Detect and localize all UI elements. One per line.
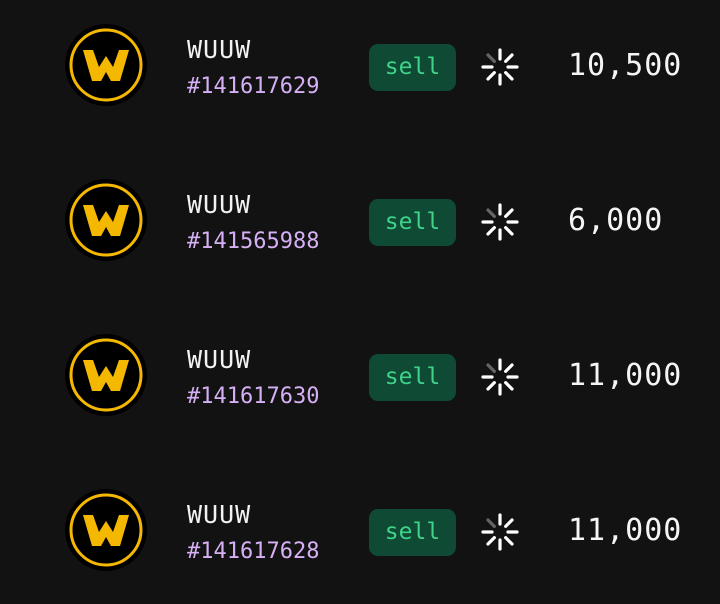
order-id[interactable]: #141565988 xyxy=(187,228,319,256)
order-row[interactable]: WUUW #141617628 sell 11,000 xyxy=(0,465,720,575)
wuuw-token-logo-icon xyxy=(64,333,148,417)
sell-badge: sell xyxy=(369,509,456,556)
wuuw-token-logo-icon xyxy=(64,23,148,107)
sell-badge: sell xyxy=(369,199,456,246)
loading-spinner-icon xyxy=(480,47,520,87)
order-id[interactable]: #141617629 xyxy=(187,73,319,101)
order-row[interactable]: WUUW #141617630 sell 11,000 xyxy=(0,310,720,420)
order-row[interactable]: WUUW #141617629 sell 10,500 xyxy=(0,0,720,110)
order-amount: 11,000 xyxy=(568,513,683,548)
sell-badge: sell xyxy=(369,354,456,401)
order-amount: 11,000 xyxy=(568,358,683,393)
order-row[interactable]: WUUW #141565988 sell 6,000 xyxy=(0,155,720,265)
token-name: WUUW xyxy=(187,35,252,64)
order-list: WUUW #141617629 sell 10,500 WUUW #141565… xyxy=(0,0,720,604)
loading-spinner-icon xyxy=(480,512,520,552)
order-amount: 6,000 xyxy=(568,203,664,238)
order-id[interactable]: #141617628 xyxy=(187,538,319,566)
order-id[interactable]: #141617630 xyxy=(187,383,319,411)
wuuw-token-logo-icon xyxy=(64,488,148,572)
token-name: WUUW xyxy=(187,345,252,374)
wuuw-token-logo-icon xyxy=(64,178,148,262)
token-name: WUUW xyxy=(187,500,252,529)
sell-badge: sell xyxy=(369,44,456,91)
token-name: WUUW xyxy=(187,190,252,219)
order-amount: 10,500 xyxy=(568,48,683,83)
loading-spinner-icon xyxy=(480,202,520,242)
loading-spinner-icon xyxy=(480,357,520,397)
